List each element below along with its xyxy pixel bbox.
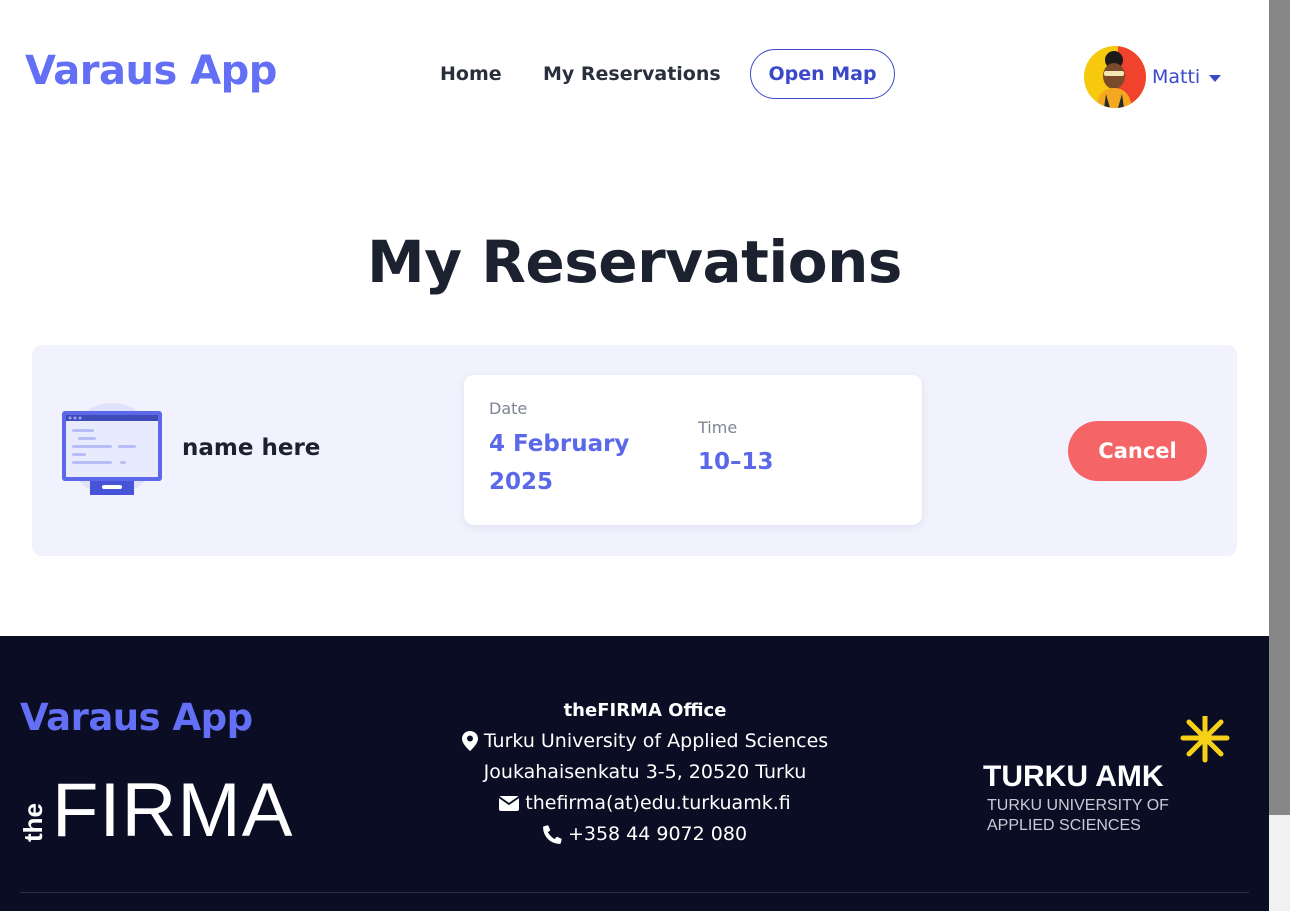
address-line-2: Joukahaisenkatu 3-5, 20520 Turku <box>400 761 890 783</box>
office-contact-info: theFIRMA Office Turku University of Appl… <box>400 700 890 845</box>
page-scrollbar[interactable] <box>1269 0 1290 911</box>
user-menu[interactable]: Matti <box>1084 46 1222 108</box>
svg-text:FIRMA: FIRMA <box>52 772 293 844</box>
svg-text:the: the <box>20 803 48 842</box>
date-label: Date <box>489 399 528 418</box>
email-line: thefirma(at)edu.turkuamk.fi <box>400 792 890 814</box>
reservation-item-name: name here <box>182 435 321 461</box>
address-line1: Turku University of Applied Sciences <box>483 730 829 752</box>
open-map-button[interactable]: Open Map <box>750 49 895 99</box>
app-logo[interactable]: Varaus App <box>25 48 277 94</box>
time-label: Time <box>698 418 738 437</box>
nav-home-link[interactable]: Home <box>440 63 502 85</box>
top-header: Varaus App Home My Reservations Open Map… <box>0 0 1269 150</box>
phone-icon <box>543 824 562 844</box>
phone-number[interactable]: +358 44 9072 080 <box>568 823 747 845</box>
address-line2: Joukahaisenkatu 3-5, 20520 Turku <box>483 761 807 783</box>
turku-amk-subtitle-2: APPLIED SCIENCES <box>987 817 1141 834</box>
turku-amk-name: TURKU AMK <box>983 760 1164 793</box>
user-name[interactable]: Matti <box>1152 66 1200 88</box>
footer-divider <box>20 892 1249 893</box>
turku-amk-subtitle-1: TURKU UNIVERSITY OF <box>987 797 1169 814</box>
footer-app-logo: Varaus App <box>20 696 253 739</box>
phone-line: +358 44 9072 080 <box>400 823 890 845</box>
date-value: 4 February 2025 <box>489 431 630 495</box>
map-marker-icon <box>461 731 478 751</box>
time-value: 10–13 <box>698 449 774 475</box>
address-line: Turku University of Applied Sciences <box>400 730 890 752</box>
footer: Varaus App the FIRMA theFIRMA Office Tur… <box>0 636 1269 911</box>
reservation-datetime-panel: Date 4 February 2025 Time 10–13 <box>464 375 922 525</box>
avatar[interactable] <box>1084 46 1146 108</box>
office-title: theFIRMA Office <box>563 700 727 721</box>
envelope-icon <box>499 795 520 811</box>
turku-amk-logo: TURKU AMK TURKU UNIVERSITY OF APPLIED SC… <box>980 713 1240 836</box>
sun-star-icon <box>1180 713 1230 763</box>
monitor-icon <box>60 401 164 501</box>
nav-my-reservations-link[interactable]: My Reservations <box>543 63 721 85</box>
cancel-reservation-button[interactable]: Cancel <box>1068 421 1207 481</box>
scrollbar-thumb[interactable] <box>1269 0 1290 815</box>
thefirma-logo: the FIRMA <box>18 768 310 853</box>
chevron-down-icon[interactable] <box>1209 75 1222 82</box>
reservation-card: name here Date 4 February 2025 Time 10–1… <box>32 345 1237 556</box>
page-title: My Reservations <box>367 228 902 296</box>
email-link[interactable]: thefirma(at)edu.turkuamk.fi <box>525 792 790 814</box>
